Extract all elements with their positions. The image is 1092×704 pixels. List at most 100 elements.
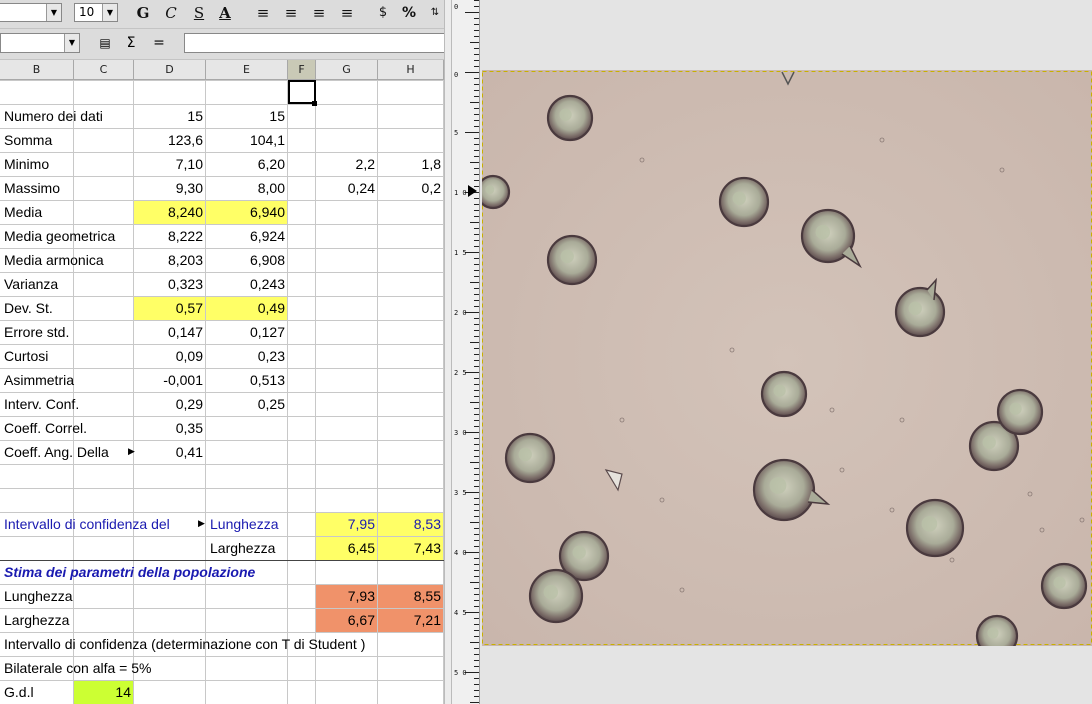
formula-input[interactable] [184, 33, 444, 53]
column-header-d[interactable]: D [134, 60, 206, 80]
cell-e10[interactable]: 0,49 [206, 296, 288, 320]
cell-b16[interactable]: Coeff. Ang. Della [0, 440, 134, 464]
cell-e19[interactable]: Lunghezza [206, 512, 288, 536]
chevron-down-icon[interactable]: ▼ [64, 34, 79, 52]
function-wizard-icon[interactable]: ▤ [96, 35, 114, 51]
cell-b6[interactable]: Media [0, 200, 134, 224]
function-button[interactable]: = [150, 34, 168, 52]
cell-d5[interactable]: 9,30 [134, 176, 206, 200]
cell-b14[interactable]: Interv. Conf. [0, 392, 134, 416]
cell-d16[interactable]: 0,41 [134, 440, 206, 464]
sum-button[interactable]: Σ [122, 34, 140, 52]
cell-d15[interactable]: 0,35 [134, 416, 206, 440]
cell-h22[interactable]: 8,55 [378, 584, 444, 608]
underline-button[interactable]: S [188, 2, 210, 24]
cell-grid[interactable]: Numero dei dati 15 15 Somma 123,6 104,1 Minimo… [0, 80, 444, 704]
cell-nucleus [732, 191, 746, 206]
cell-b19[interactable]: Intervallo di confidenza del [0, 512, 206, 536]
cell-g19[interactable]: 7,95 [316, 512, 378, 536]
cell-d6[interactable]: 8,240 [134, 200, 206, 224]
cell-e6[interactable]: 6,940 [206, 200, 288, 224]
cell-g5[interactable]: 0,24 [316, 176, 378, 200]
cell-g22[interactable]: 7,93 [316, 584, 378, 608]
column-header-c[interactable]: C [74, 60, 134, 80]
cell-b15[interactable]: Coeff. Correl. [0, 416, 134, 440]
italic-button[interactable]: C [160, 2, 182, 24]
cell-d9[interactable]: 0,323 [134, 272, 206, 296]
cell-b8[interactable]: Media armonica [0, 248, 134, 272]
image-canvas[interactable] [482, 70, 1092, 646]
column-header-b[interactable]: B [0, 60, 74, 80]
column-header-g[interactable]: G [316, 60, 378, 80]
cell-b13[interactable]: Asimmetria [0, 368, 134, 392]
name-box[interactable]: ▼ [0, 33, 80, 53]
cell-e12[interactable]: 0,23 [206, 344, 288, 368]
cell-b12[interactable]: Curtosi [0, 344, 134, 368]
cell-e4[interactable]: 6,20 [206, 152, 288, 176]
currency-icon[interactable]: $ [372, 2, 394, 24]
chevron-down-icon[interactable]: ▼ [102, 4, 117, 21]
cell-d10[interactable]: 0,57 [134, 296, 206, 320]
cell-b11[interactable]: Errore std. [0, 320, 134, 344]
cell-b3[interactable]: Somma [0, 128, 134, 152]
align-center-icon[interactable]: ≡ [280, 2, 302, 24]
font-color-button[interactable]: A [214, 2, 236, 24]
cell-e13[interactable]: 0,513 [206, 368, 288, 392]
cell-d11[interactable]: 0,147 [134, 320, 206, 344]
align-left-icon[interactable]: ≡ [252, 2, 274, 24]
cell-g20[interactable]: 6,45 [316, 536, 378, 560]
cell-e7[interactable]: 6,924 [206, 224, 288, 248]
cell-h19[interactable]: 8,53 [378, 512, 444, 536]
fill-handle[interactable] [312, 101, 317, 106]
percent-icon[interactable]: % [398, 2, 420, 24]
cell-b22[interactable]: Lunghezza [0, 584, 316, 608]
cell-e11[interactable]: 0,127 [206, 320, 288, 344]
cell-d4[interactable]: 7,10 [134, 152, 206, 176]
cell-d8[interactable]: 8,203 [134, 248, 206, 272]
vertical-ruler[interactable]: 0 0 5 1 0 1 5 2 0 2 5 3 0 3 5 4 0 4 5 5 0 [452, 0, 480, 704]
ruler-tick [474, 498, 479, 499]
font-size-select[interactable]: 10 ▼ [74, 3, 118, 22]
cell-d14[interactable]: 0,29 [134, 392, 206, 416]
cell-b25[interactable]: Bilaterale con alfa = 5% [0, 656, 444, 680]
cell-e8[interactable]: 6,908 [206, 248, 288, 272]
cell-h20[interactable]: 7,43 [378, 536, 444, 560]
cell-b4[interactable]: Minimo [0, 152, 134, 176]
cell-e20[interactable]: Larghezza [206, 536, 288, 560]
cell-g4[interactable]: 2,2 [316, 152, 378, 176]
add-decimal-icon[interactable]: ⇅ [424, 2, 444, 24]
cell-d3[interactable]: 123,6 [134, 128, 206, 152]
cell-d13[interactable]: -0,001 [134, 368, 206, 392]
cell-e3[interactable]: 104,1 [206, 128, 288, 152]
cell-e2[interactable]: 15 [206, 104, 288, 128]
font-name-select[interactable]: ▼ [0, 3, 62, 22]
cell-e5[interactable]: 8,00 [206, 176, 288, 200]
cell-b7[interactable]: Media geometrica [0, 224, 134, 248]
cell-b21[interactable]: Stima dei parametri della popolazione [0, 560, 444, 584]
bold-button[interactable]: G [132, 2, 154, 24]
cell-g23[interactable]: 6,67 [316, 608, 378, 632]
cell-b5[interactable]: Massimo [0, 176, 134, 200]
justify-icon[interactable]: ≡ [336, 2, 358, 24]
cell-h23[interactable]: 7,21 [378, 608, 444, 632]
column-header-e[interactable]: E [206, 60, 288, 80]
cell-c26[interactable]: 14 [74, 680, 134, 704]
cell-b9[interactable]: Varianza [0, 272, 134, 296]
cell-e14[interactable]: 0,25 [206, 392, 288, 416]
cell-b2[interactable]: Numero dei dati [0, 104, 134, 128]
cell-h5[interactable]: 0,2 [378, 176, 444, 200]
chevron-down-icon[interactable]: ▼ [46, 4, 61, 21]
cell-d2[interactable]: 15 [134, 104, 206, 128]
cell-e9[interactable]: 0,243 [206, 272, 288, 296]
align-right-icon[interactable]: ≡ [308, 2, 330, 24]
cell-d12[interactable]: 0,09 [134, 344, 206, 368]
cell-b23[interactable]: Larghezza [0, 608, 316, 632]
column-header-h[interactable]: H [378, 60, 444, 80]
window-splitter[interactable] [444, 0, 452, 704]
cell-b26[interactable]: G.d.l [0, 680, 74, 704]
cell-b24[interactable]: Intervallo di confidenza (determinazione… [0, 632, 444, 656]
column-header-f[interactable]: F [288, 60, 316, 80]
cell-b10[interactable]: Dev. St. [0, 296, 134, 320]
cell-h4[interactable]: 1,8 [378, 152, 444, 176]
cell-d7[interactable]: 8,222 [134, 224, 206, 248]
